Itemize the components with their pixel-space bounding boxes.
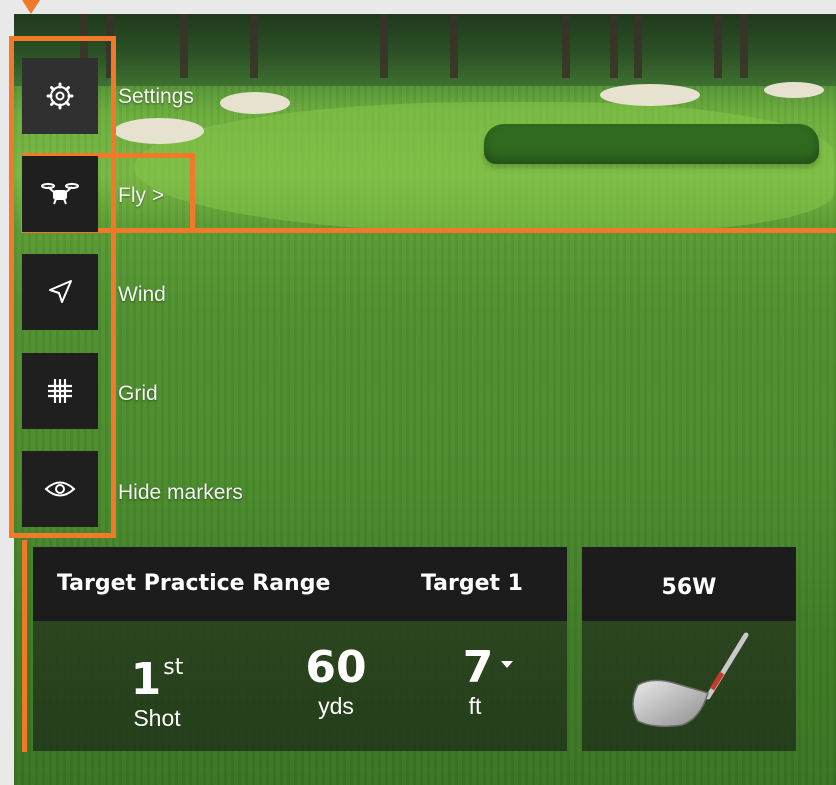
wind-label[interactable]: Wind — [118, 283, 166, 307]
navigation-arrow-icon — [49, 280, 72, 303]
tree-trunk — [634, 14, 642, 78]
annotation-arrow — [22, 0, 40, 14]
tree-trunk — [740, 14, 748, 78]
distance-value: 60 — [305, 642, 367, 693]
grid-label[interactable]: Grid — [118, 382, 158, 406]
tree-trunk — [180, 14, 188, 78]
tree-trunk — [380, 14, 388, 78]
grid-icon — [48, 379, 72, 403]
sand-bunker — [600, 84, 700, 106]
height-value: 7 — [462, 642, 494, 693]
tree-trunk — [562, 14, 570, 78]
shot-stat: 1st Shot — [97, 643, 217, 732]
drone-icon — [41, 183, 79, 205]
tree-trunk — [250, 14, 258, 78]
shot-label: Shot — [133, 705, 181, 731]
eye-icon — [44, 481, 76, 497]
target-label[interactable]: Target 1 — [421, 571, 523, 596]
fly-button[interactable] — [22, 156, 98, 232]
tree-trunk — [450, 14, 458, 78]
club-panel[interactable]: 56W — [582, 547, 796, 751]
shot-suffix: st — [163, 655, 184, 680]
mode-title: Target Practice Range — [57, 571, 331, 596]
tree-trunk — [714, 14, 722, 78]
club-header: 56W — [582, 547, 796, 621]
grid-button[interactable] — [22, 353, 98, 429]
tree-line — [14, 14, 836, 86]
sand-bunker — [764, 82, 824, 98]
club-body — [582, 621, 796, 751]
hide-markers-button[interactable] — [22, 451, 98, 527]
shrubs — [484, 124, 819, 164]
sand-bunker — [114, 118, 204, 144]
fairway — [134, 102, 834, 232]
tree-trunk — [610, 14, 618, 78]
club-name: 56W — [661, 575, 717, 600]
fly-label[interactable]: Fly > — [118, 184, 164, 208]
height-stat[interactable]: 7 ft — [433, 643, 543, 719]
settings-button[interactable] — [22, 58, 98, 134]
wind-button[interactable] — [22, 254, 98, 330]
gear-icon — [46, 82, 74, 110]
fly-highlight-line — [190, 228, 836, 233]
height-unit: ft — [468, 693, 482, 719]
wedge-club-icon — [632, 632, 749, 728]
scoreboard-header: Target Practice Range Target 1 — [33, 547, 567, 621]
dropdown-caret-icon[interactable] — [501, 661, 514, 668]
scoreboard-highlight-line — [22, 540, 27, 752]
scoreboard-panel: Target Practice Range Target 1 1st Shot … — [33, 547, 567, 751]
shot-number: 1 — [130, 654, 162, 705]
sand-bunker — [220, 92, 290, 114]
settings-label[interactable]: Settings — [118, 85, 194, 109]
distance-stat: 60 yds — [276, 642, 396, 720]
scoreboard-body: 1st Shot 60 yds 7 ft — [33, 621, 567, 751]
hide-markers-label[interactable]: Hide markers — [118, 481, 243, 505]
distance-unit: yds — [318, 693, 354, 719]
